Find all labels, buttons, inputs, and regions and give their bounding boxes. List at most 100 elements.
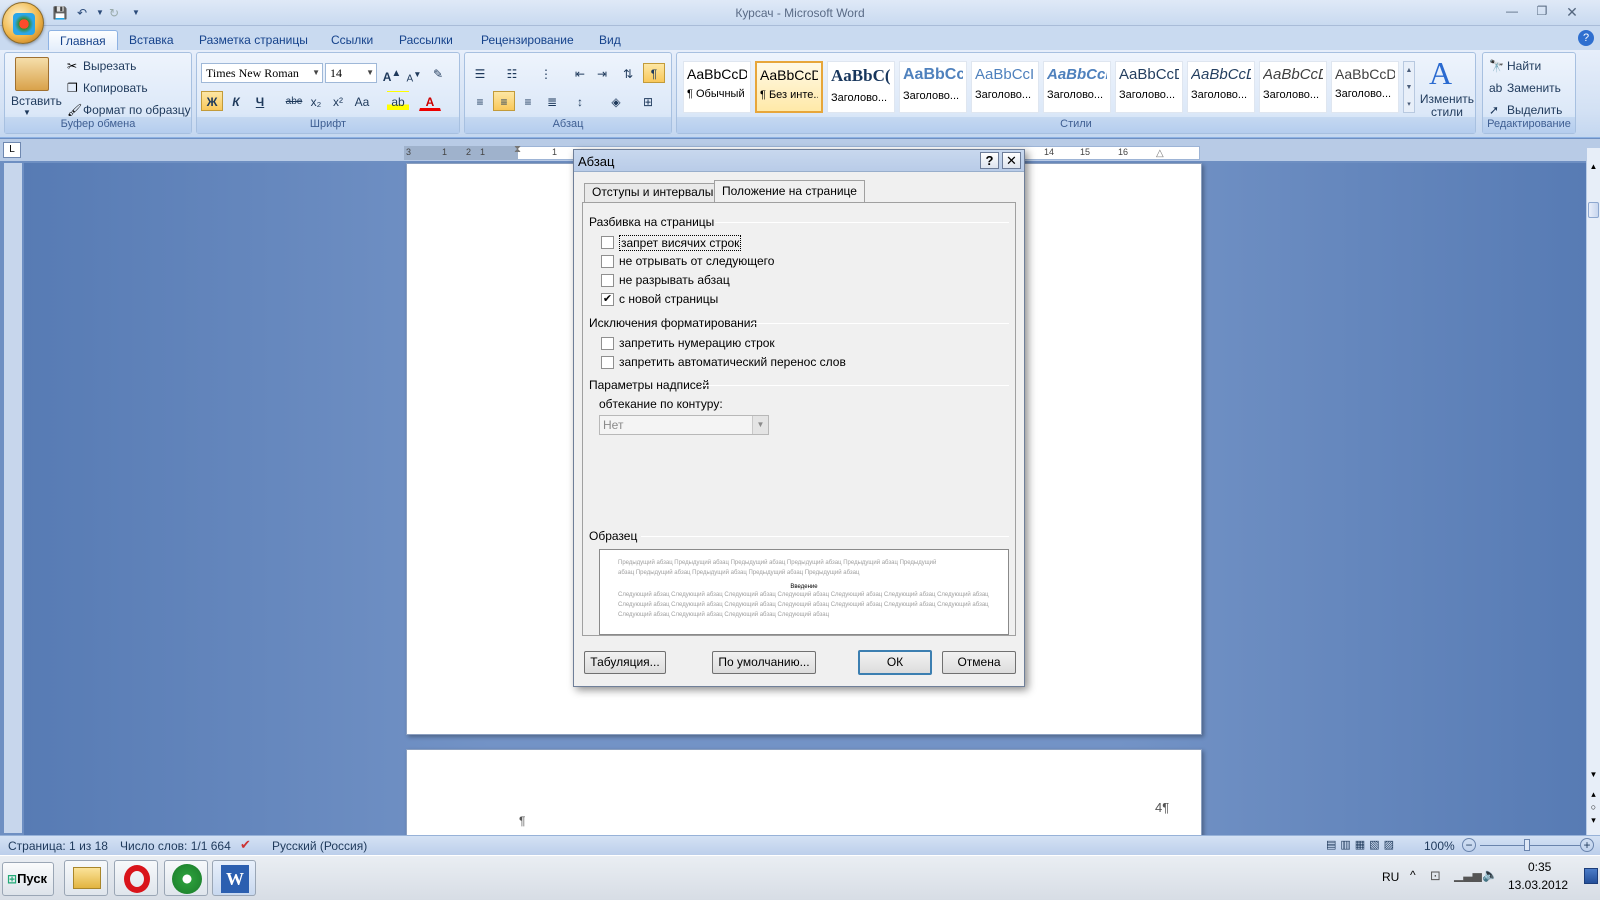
tab-review[interactable]: Рецензирование (470, 30, 585, 50)
ok-button[interactable]: ОК (858, 650, 932, 675)
style-normal[interactable]: AaBbCcDc¶ Обычный (683, 61, 751, 113)
zoom-out-icon[interactable]: − (1462, 838, 1476, 852)
redo-icon[interactable]: ↻ (106, 5, 122, 21)
numbering-icon[interactable]: ☷ (501, 63, 523, 83)
decrease-indent-icon[interactable]: ⇤ (569, 63, 591, 83)
dialog-close-icon[interactable]: ✕ (1002, 152, 1021, 169)
network-app[interactable] (164, 860, 208, 896)
vertical-ruler[interactable] (4, 163, 22, 833)
style-heading-5[interactable]: AaBbCcD Заголово... (1115, 61, 1183, 113)
tab-insert[interactable]: Вставка (118, 30, 185, 50)
align-left-icon[interactable]: ≡ (469, 91, 491, 111)
zoom-in-icon[interactable]: + (1580, 838, 1594, 852)
subscript-button[interactable]: x₂ (305, 91, 327, 111)
label-keep-with-next[interactable]: не отрывать от следующего (619, 254, 774, 268)
style-heading-1[interactable]: AaBbC(Заголово... (827, 61, 895, 113)
tab-references[interactable]: Ссылки (320, 30, 384, 50)
clock-date[interactable]: 13.03.2012 (1508, 878, 1568, 892)
clock-time[interactable]: 0:35 (1528, 860, 1551, 874)
replace-button[interactable]: Заменить (1507, 81, 1561, 95)
align-center-icon[interactable]: ≡ (493, 91, 515, 111)
start-button[interactable]: ⊞Пуск (2, 862, 54, 896)
borders-icon[interactable]: ⊞ (637, 91, 659, 111)
superscript-button[interactable]: x² (327, 91, 349, 111)
indent-marker-icon[interactable]: ⧗ (514, 144, 521, 155)
signal-icon[interactable]: ▁▃▅ (1454, 868, 1482, 882)
label-dont-hyphenate[interactable]: запретить автоматический перенос слов (619, 355, 846, 369)
bold-button[interactable]: Ж (201, 91, 223, 111)
browse-object-icon[interactable]: ▴ ○ ▾ (1588, 788, 1599, 828)
explorer-app[interactable] (64, 860, 108, 896)
styles-scroll[interactable]: ▲ ▼ ▾ (1403, 61, 1415, 113)
close-icon[interactable]: ✕ (1560, 4, 1584, 20)
page-2[interactable]: 4¶ ¶ (406, 749, 1202, 839)
language-indicator[interactable]: RU (1382, 870, 1399, 884)
zoom-slider-track[interactable] (1480, 845, 1580, 846)
maximize-icon[interactable]: ❐ (1530, 4, 1554, 20)
checkbox-keep-lines-together[interactable] (601, 274, 614, 287)
wrap-select[interactable]: Нет ▼ (599, 415, 769, 435)
scroll-up-icon[interactable]: ▲ (1588, 162, 1599, 174)
align-right-icon[interactable]: ≡ (517, 91, 539, 111)
font-color-icon[interactable]: A (419, 91, 441, 111)
grow-font-icon[interactable]: A▲ (381, 63, 403, 84)
style-heading-3[interactable]: AaBbCcI Заголово... (971, 61, 1039, 113)
line-spacing-icon[interactable]: ↕ (569, 91, 591, 111)
change-styles-button[interactable]: Изменить стили (1419, 93, 1475, 119)
copy-button[interactable]: Копировать (83, 81, 148, 95)
opera-app[interactable] (114, 860, 158, 896)
style-heading-6[interactable]: AaBbCcD Заголово... (1187, 61, 1255, 113)
highlight-icon[interactable]: ab (387, 91, 409, 111)
checkbox-dont-hyphenate[interactable] (601, 356, 614, 369)
shrink-font-icon[interactable]: A▼ (403, 63, 425, 84)
clear-format-icon[interactable]: ✎ (427, 63, 449, 83)
style-heading-8[interactable]: AaBbCcDdЗаголово... (1331, 61, 1399, 113)
shading-icon[interactable]: ◈ (605, 91, 627, 111)
style-heading-4[interactable]: AaBbCcDЗаголово... (1043, 61, 1111, 113)
multilevel-list-icon[interactable]: ⋮ (535, 63, 557, 83)
justify-icon[interactable]: ≣ (541, 91, 563, 111)
tab-page-layout[interactable]: Разметка страницы (188, 30, 319, 50)
tab-indents-spacing[interactable]: Отступы и интервалы (584, 183, 722, 202)
label-page-break-before[interactable]: с новой страницы (619, 292, 718, 306)
label-widow-control[interactable]: запрет висячих строк (619, 235, 742, 251)
tab-view[interactable]: Вид (588, 30, 632, 50)
help-icon[interactable]: ? (1578, 30, 1594, 46)
vertical-scrollbar[interactable]: ▲ ▼ ▴ ○ ▾ (1586, 148, 1600, 835)
checkbox-page-break-before[interactable]: ✔ (601, 293, 614, 306)
zoom-level[interactable]: 100% (1424, 839, 1455, 853)
spelling-check-icon[interactable]: ✔ (240, 837, 251, 853)
paste-dropdown-icon[interactable]: ▼ (23, 108, 31, 117)
strikethrough-button[interactable]: abe (283, 91, 305, 111)
label-suppress-line-numbers[interactable]: запретить нумерацию строк (619, 336, 775, 350)
tab-mailings[interactable]: Рассылки (388, 30, 464, 50)
change-styles-icon[interactable]: A (1429, 55, 1452, 92)
tray-expand-icon[interactable]: ^ (1410, 868, 1416, 882)
zoom-slider-thumb[interactable] (1524, 839, 1530, 851)
paste-icon[interactable] (15, 57, 49, 91)
tab-home[interactable]: Главная (48, 30, 118, 50)
word-app[interactable]: W (212, 860, 256, 896)
save-icon[interactable]: 💾 (52, 5, 68, 21)
checkbox-suppress-line-numbers[interactable] (601, 337, 614, 350)
underline-button[interactable]: Ч (249, 91, 271, 111)
style-no-spacing[interactable]: AaBbCcDc¶ Без инте... (755, 61, 823, 113)
checkbox-widow-control[interactable] (601, 236, 614, 249)
font-size-combo[interactable]: 14 ▼ (325, 63, 377, 83)
italic-button[interactable]: К (225, 91, 247, 111)
format-painter-button[interactable]: Формат по образцу (83, 103, 191, 117)
scroll-thumb[interactable] (1588, 202, 1599, 218)
status-words[interactable]: Число слов: 1/1 664 (120, 839, 231, 853)
find-button[interactable]: Найти (1507, 59, 1541, 73)
status-language[interactable]: Русский (Россия) (272, 839, 367, 853)
tab-selector-icon[interactable]: L (3, 142, 21, 158)
minimize-icon[interactable]: — (1500, 4, 1524, 20)
tabs-button[interactable]: Табуляция... (584, 651, 666, 674)
style-heading-7[interactable]: AaBbCcD Заголово... (1259, 61, 1327, 113)
set-default-button[interactable]: По умолчанию... (712, 651, 816, 674)
cut-button[interactable]: Вырезать (83, 59, 136, 73)
volume-icon[interactable]: 🔈 (1482, 867, 1498, 883)
label-keep-lines-together[interactable]: не разрывать абзац (619, 273, 730, 287)
show-desktop-icon[interactable] (1584, 868, 1598, 884)
view-buttons[interactable]: ▤▥▦▧▨ (1326, 838, 1416, 853)
